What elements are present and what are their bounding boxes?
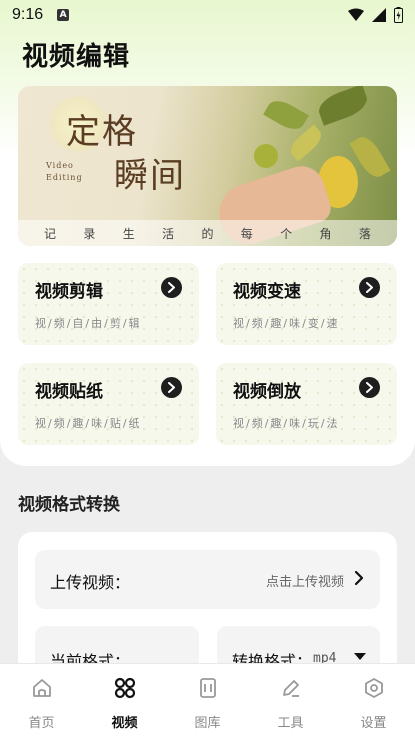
status-time: 9:16 [12, 6, 44, 23]
gallery-icon [196, 676, 220, 700]
caption-char: 的 [201, 226, 214, 241]
feature-card-video-edit[interactable]: 视频剪辑 视/频/自/由/剪/辑 [18, 263, 199, 345]
section-title-format-convert: 视频格式转换 [18, 495, 120, 515]
banner-caption: 记 录 生 活 的 每 个 角 落 [18, 220, 397, 246]
banner-title-line2: 瞬间 [114, 156, 186, 196]
tools-icon [279, 676, 303, 700]
feature-title: 视频剪辑 [35, 282, 103, 302]
tab-video[interactable]: 视频 [83, 664, 166, 739]
bottom-tab-bar: 首页 视频 图库 工具 设置 [0, 663, 415, 739]
wifi-icon [348, 8, 364, 21]
status-bar: 9:16 A [0, 0, 415, 30]
banner-leaf [286, 124, 326, 162]
arrow-right-icon [161, 377, 182, 398]
caption-char: 记 [44, 226, 57, 241]
tab-label: 设置 [360, 716, 387, 731]
feature-subtitle: 视/频/趣/味/变/速 [233, 317, 340, 330]
page-title: 视频编辑 [22, 42, 131, 72]
tab-label: 首页 [28, 716, 55, 731]
settings-icon [362, 676, 386, 700]
banner-subtitle-en-line1: Video [46, 161, 74, 170]
banner-leaf [263, 95, 309, 135]
home-icon [30, 676, 54, 700]
upload-label: 上传视频： [50, 573, 131, 592]
feature-card-video-speed[interactable]: 视频变速 视/频/趣/味/变/速 [216, 263, 397, 345]
caption-char: 个 [280, 226, 293, 241]
upload-video-row[interactable]: 上传视频： 点击上传视频 [35, 550, 380, 609]
arrow-right-icon [359, 277, 380, 298]
tab-home[interactable]: 首页 [0, 664, 83, 739]
feature-subtitle: 视/频/自/由/剪/辑 [35, 317, 142, 330]
chevron-right-icon [354, 570, 364, 586]
caption-char: 生 [122, 226, 135, 241]
feature-subtitle: 视/频/趣/味/贴/纸 [35, 417, 142, 430]
feature-card-video-reverse[interactable]: 视频倒放 视/频/趣/味/玩/法 [216, 363, 397, 445]
feature-title: 视频倒放 [233, 382, 301, 402]
video-grid-icon [113, 676, 137, 700]
notification-icon: A [57, 9, 70, 21]
banner-subtitle-en-line2: Editing [46, 173, 83, 182]
tab-label: 视频 [111, 716, 138, 731]
feature-title: 视频变速 [233, 282, 301, 302]
banner-title-line1: 定格 [66, 112, 138, 152]
feature-subtitle: 视/频/趣/味/玩/法 [233, 417, 340, 430]
feature-card-video-sticker[interactable]: 视频贴纸 视/频/趣/味/贴/纸 [18, 363, 199, 445]
battery-icon [394, 7, 403, 23]
caret-down-icon [354, 653, 366, 660]
tab-tools[interactable]: 工具 [249, 664, 332, 739]
hero-banner[interactable]: 定格 瞬间 Video Editing 记 录 生 活 的 每 个 角 落 [18, 86, 397, 246]
banner-leaf [315, 86, 371, 126]
arrow-right-icon [359, 377, 380, 398]
tab-settings[interactable]: 设置 [332, 664, 415, 739]
arrow-right-icon [161, 277, 182, 298]
caption-char: 每 [240, 226, 253, 241]
signal-icon [372, 8, 386, 22]
banner-subtitle-en: Video Editing [46, 160, 83, 184]
tab-gallery[interactable]: 图库 [166, 664, 249, 739]
caption-char: 落 [358, 226, 371, 241]
tab-label: 图库 [194, 716, 221, 731]
caption-char: 录 [83, 226, 96, 241]
banner-fruit [254, 144, 278, 168]
upload-value: 点击上传视频 [265, 575, 344, 590]
feature-title: 视频贴纸 [35, 382, 103, 402]
status-icons [348, 7, 403, 23]
caption-char: 活 [162, 226, 175, 241]
tab-label: 工具 [277, 716, 304, 731]
caption-char: 角 [319, 226, 332, 241]
